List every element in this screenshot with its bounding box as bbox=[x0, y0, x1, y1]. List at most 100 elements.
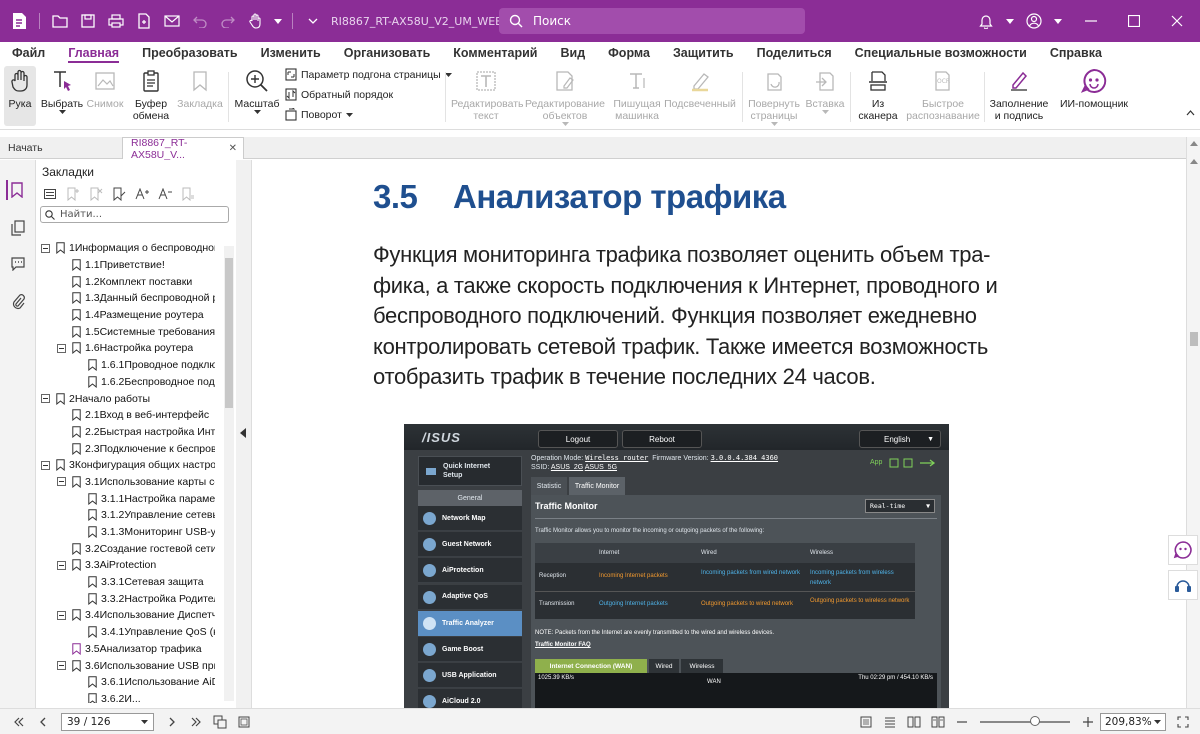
first-page-icon[interactable] bbox=[10, 713, 28, 731]
hand-tool-quick-icon[interactable] bbox=[245, 10, 267, 32]
insert-button[interactable]: Вставка bbox=[804, 66, 846, 114]
menu-view[interactable]: Вид bbox=[560, 42, 585, 64]
bookmark-item[interactable]: 1.6.2Беспроводное подклк bbox=[36, 374, 226, 391]
zoom-button[interactable]: Масштаб bbox=[234, 66, 280, 114]
user-account-icon[interactable] bbox=[1023, 10, 1045, 32]
bookmark-item[interactable]: 1Информация о беспроводном р bbox=[36, 240, 226, 257]
bookmarks-scrollbar[interactable] bbox=[224, 246, 234, 701]
floating-ai-button[interactable] bbox=[1168, 535, 1198, 565]
maximize-icon[interactable] bbox=[1123, 10, 1145, 32]
bookmark-item[interactable]: 1.5Системные требования bbox=[36, 323, 226, 340]
panel-splitter[interactable] bbox=[236, 160, 252, 708]
menu-form[interactable]: Форма bbox=[608, 42, 650, 64]
bookmark-button[interactable]: Закладка bbox=[177, 66, 223, 110]
zoom-slider[interactable] bbox=[980, 715, 1070, 726]
menu-organize[interactable]: Организовать bbox=[344, 42, 431, 64]
bookmark-item[interactable]: 1.1Приветствие! bbox=[36, 257, 226, 274]
menu-accessibility[interactable]: Специальные возможности bbox=[855, 42, 1027, 64]
menu-protect[interactable]: Защитить bbox=[673, 42, 734, 64]
scroll-left-arrow-icon[interactable] bbox=[1190, 159, 1198, 164]
bookmark-item[interactable]: 3.5Анализатор трафика bbox=[36, 641, 226, 658]
snapshot-button[interactable]: Снимок bbox=[86, 66, 124, 110]
highlight-button[interactable]: Подсвеченный bbox=[664, 66, 736, 110]
select-tool-button[interactable]: Выбрать bbox=[40, 66, 84, 114]
fill-and-sign-button[interactable]: Заполнение и подпись bbox=[988, 66, 1050, 122]
page-number-input[interactable]: 39 / 126 bbox=[61, 712, 154, 731]
collapse-panel-icon[interactable] bbox=[240, 428, 246, 438]
continuous-view-icon[interactable] bbox=[881, 713, 899, 731]
bookmark-item[interactable]: 3.6.1Использование AiDisk bbox=[36, 674, 226, 691]
menu-comment[interactable]: Комментарий bbox=[453, 42, 537, 64]
bookmark-search-input[interactable]: Найти... bbox=[40, 206, 229, 223]
more-dropdown-icon[interactable] bbox=[302, 10, 324, 32]
notification-dropdown-icon[interactable] bbox=[1006, 10, 1014, 32]
floating-ai-voice-button[interactable] bbox=[1168, 570, 1198, 600]
fullscreen-icon[interactable] bbox=[1174, 713, 1192, 731]
collapse-toggle-icon[interactable] bbox=[40, 460, 50, 470]
typewriter-button[interactable]: Пишущая машинка bbox=[612, 66, 662, 122]
bookmark-item[interactable]: 3.2Создание гостевой сети bbox=[36, 540, 226, 557]
bookmark-item[interactable]: 3.6.2И... bbox=[36, 691, 226, 703]
document-scroll-thumb[interactable] bbox=[1190, 332, 1198, 346]
zoom-level-input[interactable]: 209,83% bbox=[1100, 712, 1166, 731]
previous-page-icon[interactable] bbox=[34, 713, 52, 731]
document-scrollbar[interactable] bbox=[1186, 137, 1200, 708]
zoom-in-icon[interactable] bbox=[1079, 713, 1097, 731]
bookmark-item[interactable]: 3.3.1Сетевая защита bbox=[36, 574, 226, 591]
minimize-icon[interactable] bbox=[1080, 10, 1102, 32]
bookmark-item[interactable]: 2.2Быстрая настройка Интерн bbox=[36, 424, 226, 441]
redo-icon[interactable] bbox=[217, 10, 239, 32]
tab-home[interactable]: Начать bbox=[0, 137, 120, 159]
bookmark-item[interactable]: 3.3.2Настройка Родительск bbox=[36, 590, 226, 607]
bookmark-item[interactable]: 1.6Настройка роутера bbox=[36, 340, 226, 357]
menu-help[interactable]: Справка bbox=[1050, 42, 1102, 64]
bookmark-item[interactable]: 1.6.1Проводное подключе bbox=[36, 357, 226, 374]
bookmark-item[interactable]: 3.1.2Управление сетевыми bbox=[36, 507, 226, 524]
fit-screen-icon[interactable] bbox=[235, 713, 253, 731]
collapse-toggle-icon[interactable] bbox=[40, 394, 50, 404]
app-logo-icon[interactable] bbox=[8, 10, 30, 32]
zoom-out-icon[interactable] bbox=[953, 713, 971, 731]
collapse-toggle-icon[interactable] bbox=[40, 243, 50, 253]
bookmark-item[interactable]: 2.1Вход в веб-интерфейс bbox=[36, 407, 226, 424]
bookmark-item[interactable]: 1.3Данный беспроводной роу bbox=[36, 290, 226, 307]
bookmark-item[interactable]: 2.3Подключение к беспровод bbox=[36, 440, 226, 457]
rotate-pages-button[interactable]: Повернуть страницы bbox=[746, 66, 802, 126]
quick-ocr-button[interactable]: OCR Быстрое распознавание bbox=[904, 66, 982, 122]
account-dropdown-icon[interactable] bbox=[1054, 10, 1062, 32]
comments-panel-icon[interactable] bbox=[8, 254, 28, 274]
menu-convert[interactable]: Преобразовать bbox=[142, 42, 237, 64]
bookmark-item[interactable]: 3.1.1Настройка параметро bbox=[36, 490, 226, 507]
increase-text-icon[interactable] bbox=[132, 185, 152, 203]
bookmark-item[interactable]: 2Начало работы bbox=[36, 390, 226, 407]
bookmarks-scroll-thumb[interactable] bbox=[225, 258, 233, 408]
save-icon[interactable] bbox=[77, 10, 99, 32]
delete-bookmark-icon[interactable] bbox=[86, 185, 106, 203]
hand-tool-button[interactable]: Рука bbox=[4, 66, 36, 126]
zoom-slider-knob[interactable] bbox=[1029, 715, 1040, 726]
decrease-text-icon[interactable] bbox=[155, 185, 175, 203]
email-icon[interactable] bbox=[161, 10, 183, 32]
scroll-up-icon[interactable] bbox=[1190, 141, 1198, 146]
from-scanner-button[interactable]: Из сканера bbox=[854, 66, 902, 122]
collapse-ribbon-button[interactable] bbox=[1184, 110, 1196, 116]
last-page-icon[interactable] bbox=[187, 713, 205, 731]
edit-objects-button[interactable]: Редактирование объектов bbox=[525, 66, 605, 126]
ai-assistant-button[interactable]: ИИ-помощник bbox=[1056, 66, 1132, 110]
undo-icon[interactable] bbox=[189, 10, 211, 32]
new-document-icon[interactable] bbox=[133, 10, 155, 32]
collapse-toggle-icon[interactable] bbox=[56, 560, 66, 570]
attachments-panel-icon[interactable] bbox=[8, 292, 28, 312]
rotate-option[interactable]: Поворот bbox=[285, 108, 357, 121]
menu-share[interactable]: Поделиться bbox=[757, 42, 832, 64]
pages-panel-icon[interactable] bbox=[8, 218, 28, 238]
clipboard-button[interactable]: Буфер обмена bbox=[128, 66, 174, 122]
reverse-order-option[interactable]: Обратный порядок bbox=[285, 88, 393, 101]
close-icon[interactable] bbox=[1166, 10, 1188, 32]
single-page-view-icon[interactable] bbox=[857, 713, 875, 731]
tab-close-icon[interactable]: ✕ bbox=[229, 143, 237, 154]
bookmark-item[interactable]: 1.2Комплект поставки bbox=[36, 273, 226, 290]
search-box[interactable]: Поиск bbox=[499, 8, 805, 34]
menu-file[interactable]: Файл bbox=[12, 42, 45, 64]
bookmark-item[interactable]: 3.4.1Управление QoS (каче bbox=[36, 624, 226, 641]
